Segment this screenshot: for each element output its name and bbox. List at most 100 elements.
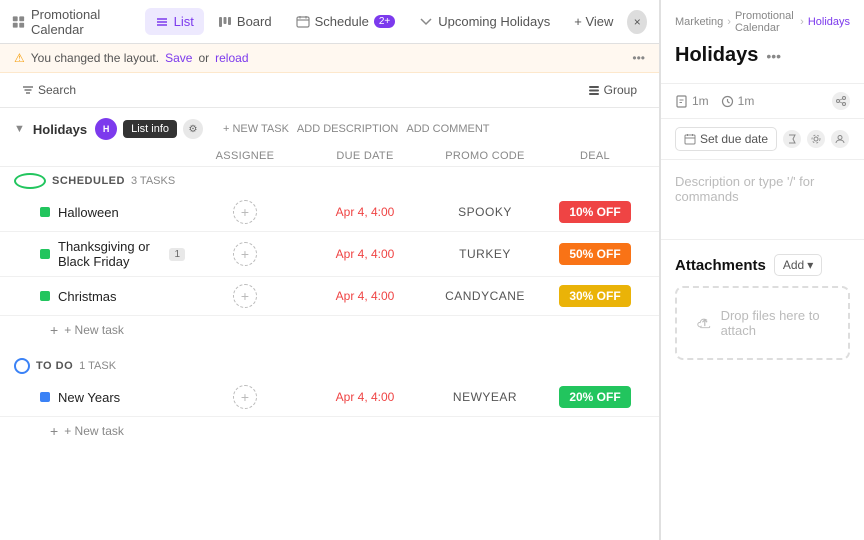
close-icon: × [634, 15, 641, 29]
due-date-button[interactable]: Set due date [675, 127, 777, 151]
new-task-button[interactable]: + + New task [0, 316, 659, 344]
promo-code-cell: SPOOKY [425, 205, 545, 219]
panel-actions: Set due date [661, 119, 864, 160]
group-avatar[interactable]: H [95, 118, 117, 140]
tab-upcoming[interactable]: Upcoming Holidays [409, 8, 560, 35]
add-attachment-button[interactable]: Add ▾ [774, 254, 822, 276]
scheduled-header: SCHEDULED 3 TASKS [0, 167, 659, 193]
settings-svg [811, 134, 821, 144]
flag-icon[interactable] [783, 130, 801, 148]
filter-icon [22, 84, 34, 96]
panel-title: Holidays [675, 44, 758, 67]
add-comment-action[interactable]: ADD COMMENT [406, 123, 489, 135]
scheduled-section: SCHEDULED 3 TASKS Halloween + Apr 4, 4:0… [0, 167, 659, 344]
right-panel: Marketing › Promotional Calendar › Holid… [660, 0, 864, 540]
deal-cell: 20% OFF [545, 386, 645, 408]
scheduled-count: 3 TASKS [131, 175, 175, 187]
task-name-cell: Halloween [14, 205, 185, 220]
add-label: Add [783, 258, 804, 272]
notif-more-button[interactable]: ••• [632, 51, 645, 65]
meta-clock-value: 1m [738, 94, 755, 108]
toolbar: Search Group [0, 73, 659, 108]
view-button[interactable]: + View [564, 8, 623, 35]
task-name: Halloween [58, 205, 119, 220]
breadcrumb-sep2: › [800, 16, 804, 28]
deal-badge: 30% OFF [559, 285, 630, 307]
drop-text: Drop files here to attach [721, 308, 828, 338]
description-area[interactable]: Description or type '/' for commands [661, 160, 864, 240]
assignee-add-button[interactable]: + [233, 242, 257, 266]
logo-icon [12, 14, 25, 30]
drop-zone: Drop files here to attach [675, 286, 850, 360]
tab-list[interactable]: List [145, 8, 204, 35]
scheduled-circle [14, 173, 46, 189]
scheduled-label: SCHEDULED [52, 175, 125, 187]
todo-count: 1 TASK [79, 360, 116, 372]
save-link[interactable]: Save [165, 51, 192, 65]
group-actions: + NEW TASK ADD DESCRIPTION ADD COMMENT [223, 123, 490, 135]
calendar-icon [684, 133, 696, 145]
reload-link[interactable]: reload [215, 51, 248, 65]
list-icon [155, 15, 169, 29]
task-color-dot [40, 207, 50, 217]
task-color-dot [40, 291, 50, 301]
panel-more-button[interactable]: ••• [766, 48, 781, 64]
board-icon [218, 15, 232, 29]
deal-badge: 50% OFF [559, 243, 630, 265]
panel-title-row: Holidays ••• [675, 44, 850, 67]
close-button[interactable]: × [627, 10, 647, 34]
new-task-action[interactable]: + NEW TASK [223, 123, 289, 135]
table-row[interactable]: New Years + Apr 4, 4:00 NEWYEAR 20% OFF [0, 378, 659, 417]
promo-code-cell: TURKEY [425, 247, 545, 261]
task-name-cell: Thanksgiving or Black Friday 1 [14, 239, 185, 269]
notif-or: or [198, 51, 209, 65]
todo-header: TO DO 1 TASK [0, 352, 659, 378]
meta-clock: 1m [721, 94, 755, 108]
upload-icon [697, 313, 713, 333]
nav-logo-text: Promotional Calendar [31, 7, 133, 37]
deal-cell: 10% OFF [545, 201, 645, 223]
attachments-title: Attachments [675, 257, 766, 274]
group-settings-button[interactable]: ⚙ [183, 119, 203, 139]
table-header: ASSIGNEE DUE DATE PROMO CODE DEAL [0, 146, 659, 167]
user-svg [835, 134, 845, 144]
attachments-section: Attachments Add ▾ Drop files here to att… [661, 240, 864, 374]
share-icon[interactable] [832, 92, 850, 110]
col-assignee: ASSIGNEE [185, 150, 305, 162]
due-date-cell: Apr 4, 4:00 [305, 247, 425, 261]
user-icon[interactable] [831, 130, 849, 148]
tab-board-label: Board [237, 14, 272, 29]
assignee-add-button[interactable]: + [233, 200, 257, 224]
right-panel-header: Marketing › Promotional Calendar › Holid… [661, 0, 864, 84]
group-button[interactable]: Group [580, 79, 645, 101]
new-task-button-todo[interactable]: + + New task [0, 417, 659, 445]
task-name: Thanksgiving or Black Friday [58, 239, 157, 269]
panel-meta-icons [832, 92, 850, 110]
flag-svg [787, 134, 797, 144]
table-row[interactable]: Halloween + Apr 4, 4:00 SPOOKY 10% OFF [0, 193, 659, 232]
table-row[interactable]: Thanksgiving or Black Friday 1 + Apr 4, … [0, 232, 659, 277]
filter-button[interactable]: Search [14, 79, 84, 101]
todo-circle [14, 358, 30, 374]
group-name: Holidays [33, 122, 87, 137]
assignee-add-button[interactable]: + [233, 385, 257, 409]
table-row[interactable]: Christmas + Apr 4, 4:00 CANDYCANE 30% OF… [0, 277, 659, 316]
add-description-action[interactable]: ADD DESCRIPTION [297, 123, 398, 135]
attachments-header: Attachments Add ▾ [675, 254, 850, 276]
tab-schedule[interactable]: Schedule 2+ [286, 8, 406, 35]
filter-label: Search [38, 83, 76, 97]
due-date-label: Set due date [700, 132, 768, 146]
group-toggle[interactable]: ▼ [14, 123, 25, 135]
upcoming-icon [419, 15, 433, 29]
task-color-dot [40, 249, 50, 259]
list-info-tooltip: List info [123, 120, 177, 138]
due-date-cell: Apr 4, 4:00 [305, 289, 425, 303]
task-name: New Years [58, 390, 120, 405]
schedule-badge: 2+ [374, 15, 395, 28]
assignee-add-button[interactable]: + [233, 284, 257, 308]
settings-icon[interactable] [807, 130, 825, 148]
todo-section: TO DO 1 TASK New Years + Apr 4, 4:00 NEW… [0, 352, 659, 445]
assignee-cell: + [185, 242, 305, 266]
tab-board[interactable]: Board [208, 8, 282, 35]
deal-badge: 20% OFF [559, 386, 630, 408]
